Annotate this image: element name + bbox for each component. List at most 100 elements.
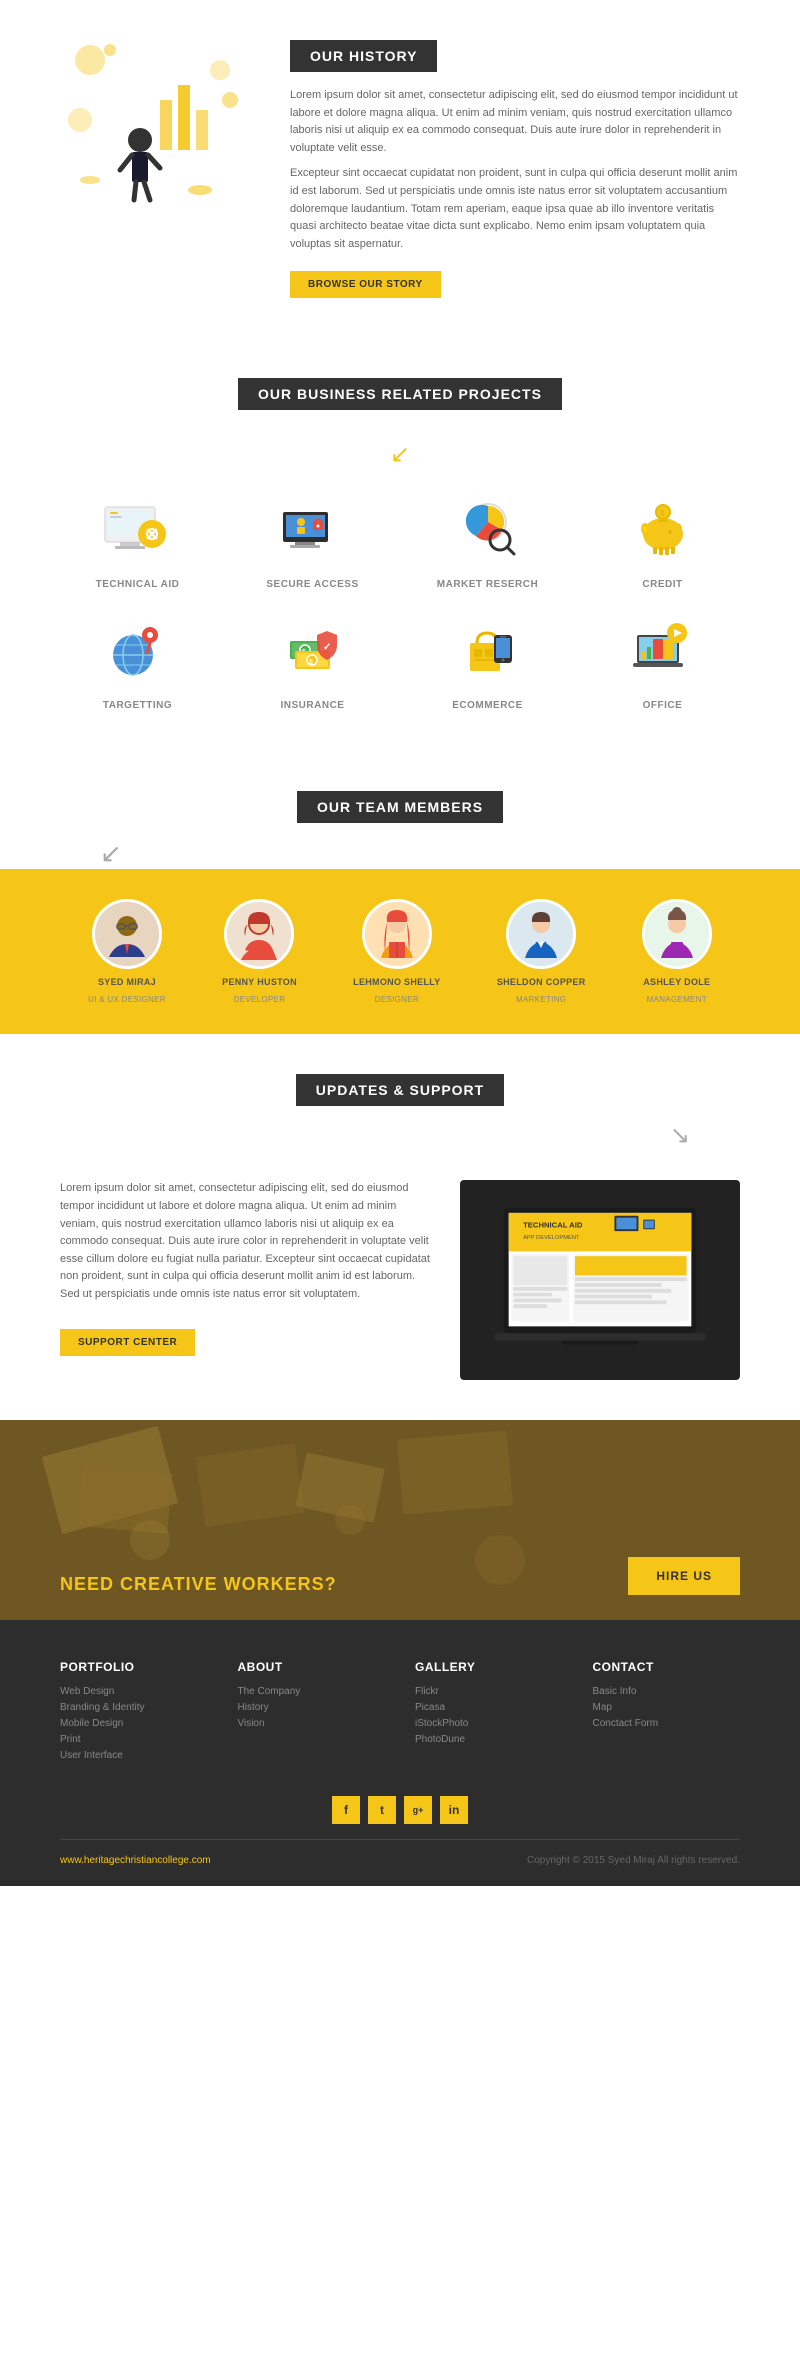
svg-text:✓: ✓ xyxy=(323,642,331,653)
office-label: OFFICE xyxy=(643,700,683,711)
member-2-role: DESIGNER xyxy=(375,995,419,1004)
footer-link-flickr[interactable]: Flickr xyxy=(415,1686,563,1697)
member-0-name: SYED MIRAJ xyxy=(98,977,156,987)
social-googleplus[interactable]: g+ xyxy=(404,1796,432,1824)
targeting-icon xyxy=(98,610,178,690)
updates-arrow-decoration: ↘ xyxy=(60,1121,690,1150)
credit-icon: $ xyxy=(623,489,703,569)
secure-access-icon xyxy=(273,489,353,569)
insurance-icon: $ $ ✓ xyxy=(273,610,353,690)
ecommerce-icon xyxy=(448,610,528,690)
team-member-4: ASHLEY DOLE MANAGEMENT xyxy=(642,899,712,1004)
ecommerce-label: ECOMMERCE xyxy=(452,700,523,711)
support-center-button[interactable]: SUPPORT CENTER xyxy=(60,1329,195,1356)
member-1-name: PENNY HUSTON xyxy=(222,977,297,987)
market-research-label: MARKET RESERCH xyxy=(437,579,538,590)
credit-label: CREDIT xyxy=(642,579,682,590)
member-3-role: MARKETING xyxy=(516,995,566,1004)
footer-col-contact: CONTACT Basic Info Map Conctact Form xyxy=(593,1660,741,1766)
office-icon xyxy=(623,610,703,690)
browse-story-button[interactable]: BROWSE OUR STORY xyxy=(290,271,441,298)
social-twitter[interactable]: t xyxy=(368,1796,396,1824)
svg-text:TECHNICAL AID: TECHNICAL AID xyxy=(523,1221,583,1230)
footer-col-portfolio: PORTFOLIO Web Design Branding & Identity… xyxy=(60,1660,208,1766)
footer-col-about: ABOUT The Company History Vision xyxy=(238,1660,386,1766)
history-section: OUR HISTORY Lorem ipsum dolor sit amet, … xyxy=(0,0,800,338)
history-para-2: Excepteur sint occaecat cupidatat non pr… xyxy=(290,165,740,253)
member-3-name: SHELDON COPPER xyxy=(497,977,586,987)
project-targeting: TARGETTING xyxy=(60,610,215,711)
market-research-icon xyxy=(448,489,528,569)
svg-text:$: $ xyxy=(309,659,313,666)
footer-link-mobile[interactable]: Mobile Design xyxy=(60,1718,208,1729)
svg-text:$: $ xyxy=(660,509,665,518)
social-linkedin[interactable]: in xyxy=(440,1796,468,1824)
history-illustration xyxy=(60,40,260,220)
history-svg xyxy=(60,40,260,220)
footer: PORTFOLIO Web Design Branding & Identity… xyxy=(0,1620,800,1886)
member-4-name: ASHLEY DOLE xyxy=(643,977,710,987)
team-title: OUR TEAM MEMBERS xyxy=(297,791,503,823)
projects-arrow: ↙ xyxy=(60,440,740,469)
team-member-0: SYED MIRAJ UI & UX DESIGNER xyxy=(88,899,166,1004)
projects-title: OUR BUSINESS RELATED PROJECTS xyxy=(238,378,562,410)
footer-url: www.heritagechristiancollege.com xyxy=(60,1855,211,1866)
footer-link-istock[interactable]: iStockPhoto xyxy=(415,1718,563,1729)
project-credit: $ CREDIT xyxy=(585,489,740,590)
footer-link-print[interactable]: Print xyxy=(60,1734,208,1745)
project-office: OFFICE xyxy=(585,610,740,711)
project-secure-access: SECURE ACCESS xyxy=(235,489,390,590)
footer-link-picasa[interactable]: Picasa xyxy=(415,1702,563,1713)
project-insurance: $ $ ✓ INSURANCE xyxy=(235,610,390,711)
avatar-ashley-dole xyxy=(642,899,712,969)
projects-section: OUR BUSINESS RELATED PROJECTS ↙ TECHNICA… xyxy=(0,338,800,751)
footer-social: f t g+ in xyxy=(60,1796,740,1824)
footer-link-map[interactable]: Map xyxy=(593,1702,741,1713)
history-title: OUR HISTORY xyxy=(290,40,437,72)
footer-gallery-title: GALLERY xyxy=(415,1660,563,1674)
footer-link-basic-info[interactable]: Basic Info xyxy=(593,1686,741,1697)
team-bar: SYED MIRAJ UI & UX DESIGNER PENNY HUSTON… xyxy=(0,869,800,1034)
footer-contact-title: CONTACT xyxy=(593,1660,741,1674)
team-member-2: LEHMONO SHELLY DESIGNER xyxy=(353,899,440,1004)
hire-us-button[interactable]: HIRE US xyxy=(628,1557,740,1595)
footer-link-photodune[interactable]: PhotoDune xyxy=(415,1734,563,1745)
team-member-3: SHELDON COPPER MARKETING xyxy=(497,899,586,1004)
footer-link-branding[interactable]: Branding & Identity xyxy=(60,1702,208,1713)
footer-link-company[interactable]: The Company xyxy=(238,1686,386,1697)
technical-aid-icon xyxy=(98,489,178,569)
updates-section: UPDATES & SUPPORT ↘ Lorem ipsum dolor si… xyxy=(0,1034,800,1420)
avatar-sheldon-copper xyxy=(506,899,576,969)
creative-banner-text: NEED CREATIVE WORKERS? xyxy=(60,1574,337,1595)
footer-link-contact-form[interactable]: Conctact Form xyxy=(593,1718,741,1729)
footer-link-history[interactable]: History xyxy=(238,1702,386,1713)
project-ecommerce: ECOMMERCE xyxy=(410,610,565,711)
footer-link-ui[interactable]: User Interface xyxy=(60,1750,208,1761)
technical-aid-label: TECHNICAL AID xyxy=(96,579,180,590)
project-market-research: MARKET RESERCH xyxy=(410,489,565,590)
updates-para: Lorem ipsum dolor sit amet, consectetur … xyxy=(60,1180,430,1303)
updates-text: Lorem ipsum dolor sit amet, consectetur … xyxy=(60,1180,430,1380)
member-1-role: DEVELOPER xyxy=(234,995,286,1004)
project-technical-aid: TECHNICAL AID xyxy=(60,489,215,590)
footer-grid: PORTFOLIO Web Design Branding & Identity… xyxy=(60,1660,740,1766)
avatar-syed-miraj xyxy=(92,899,162,969)
footer-link-vision[interactable]: Vision xyxy=(238,1718,386,1729)
team-member-1: PENNY HUSTON DEVELOPER xyxy=(222,899,297,1004)
avatar-penny-huston xyxy=(224,899,294,969)
secure-access-label: SECURE ACCESS xyxy=(266,579,358,590)
creative-banner: NEED CREATIVE WORKERS? HIRE US xyxy=(0,1420,800,1620)
team-arrow-decoration: ↙ xyxy=(100,838,740,869)
footer-link-web-design[interactable]: Web Design xyxy=(60,1686,208,1697)
insurance-label: INSURANCE xyxy=(281,700,345,711)
avatar-lehmono-shelly xyxy=(362,899,432,969)
footer-col-gallery: GALLERY Flickr Picasa iStockPhoto PhotoD… xyxy=(415,1660,563,1766)
updates-title: UPDATES & SUPPORT xyxy=(296,1074,504,1106)
footer-portfolio-title: PORTFOLIO xyxy=(60,1660,208,1674)
laptop-illustration-svg: TECHNICAL AID APP DEVELOPMENT xyxy=(475,1195,725,1375)
history-content: OUR HISTORY Lorem ipsum dolor sit amet, … xyxy=(290,40,740,298)
projects-grid: TECHNICAL AID SECURE xyxy=(60,489,740,711)
member-0-role: UI & UX DESIGNER xyxy=(88,995,166,1004)
footer-about-title: ABOUT xyxy=(238,1660,386,1674)
social-facebook[interactable]: f xyxy=(332,1796,360,1824)
